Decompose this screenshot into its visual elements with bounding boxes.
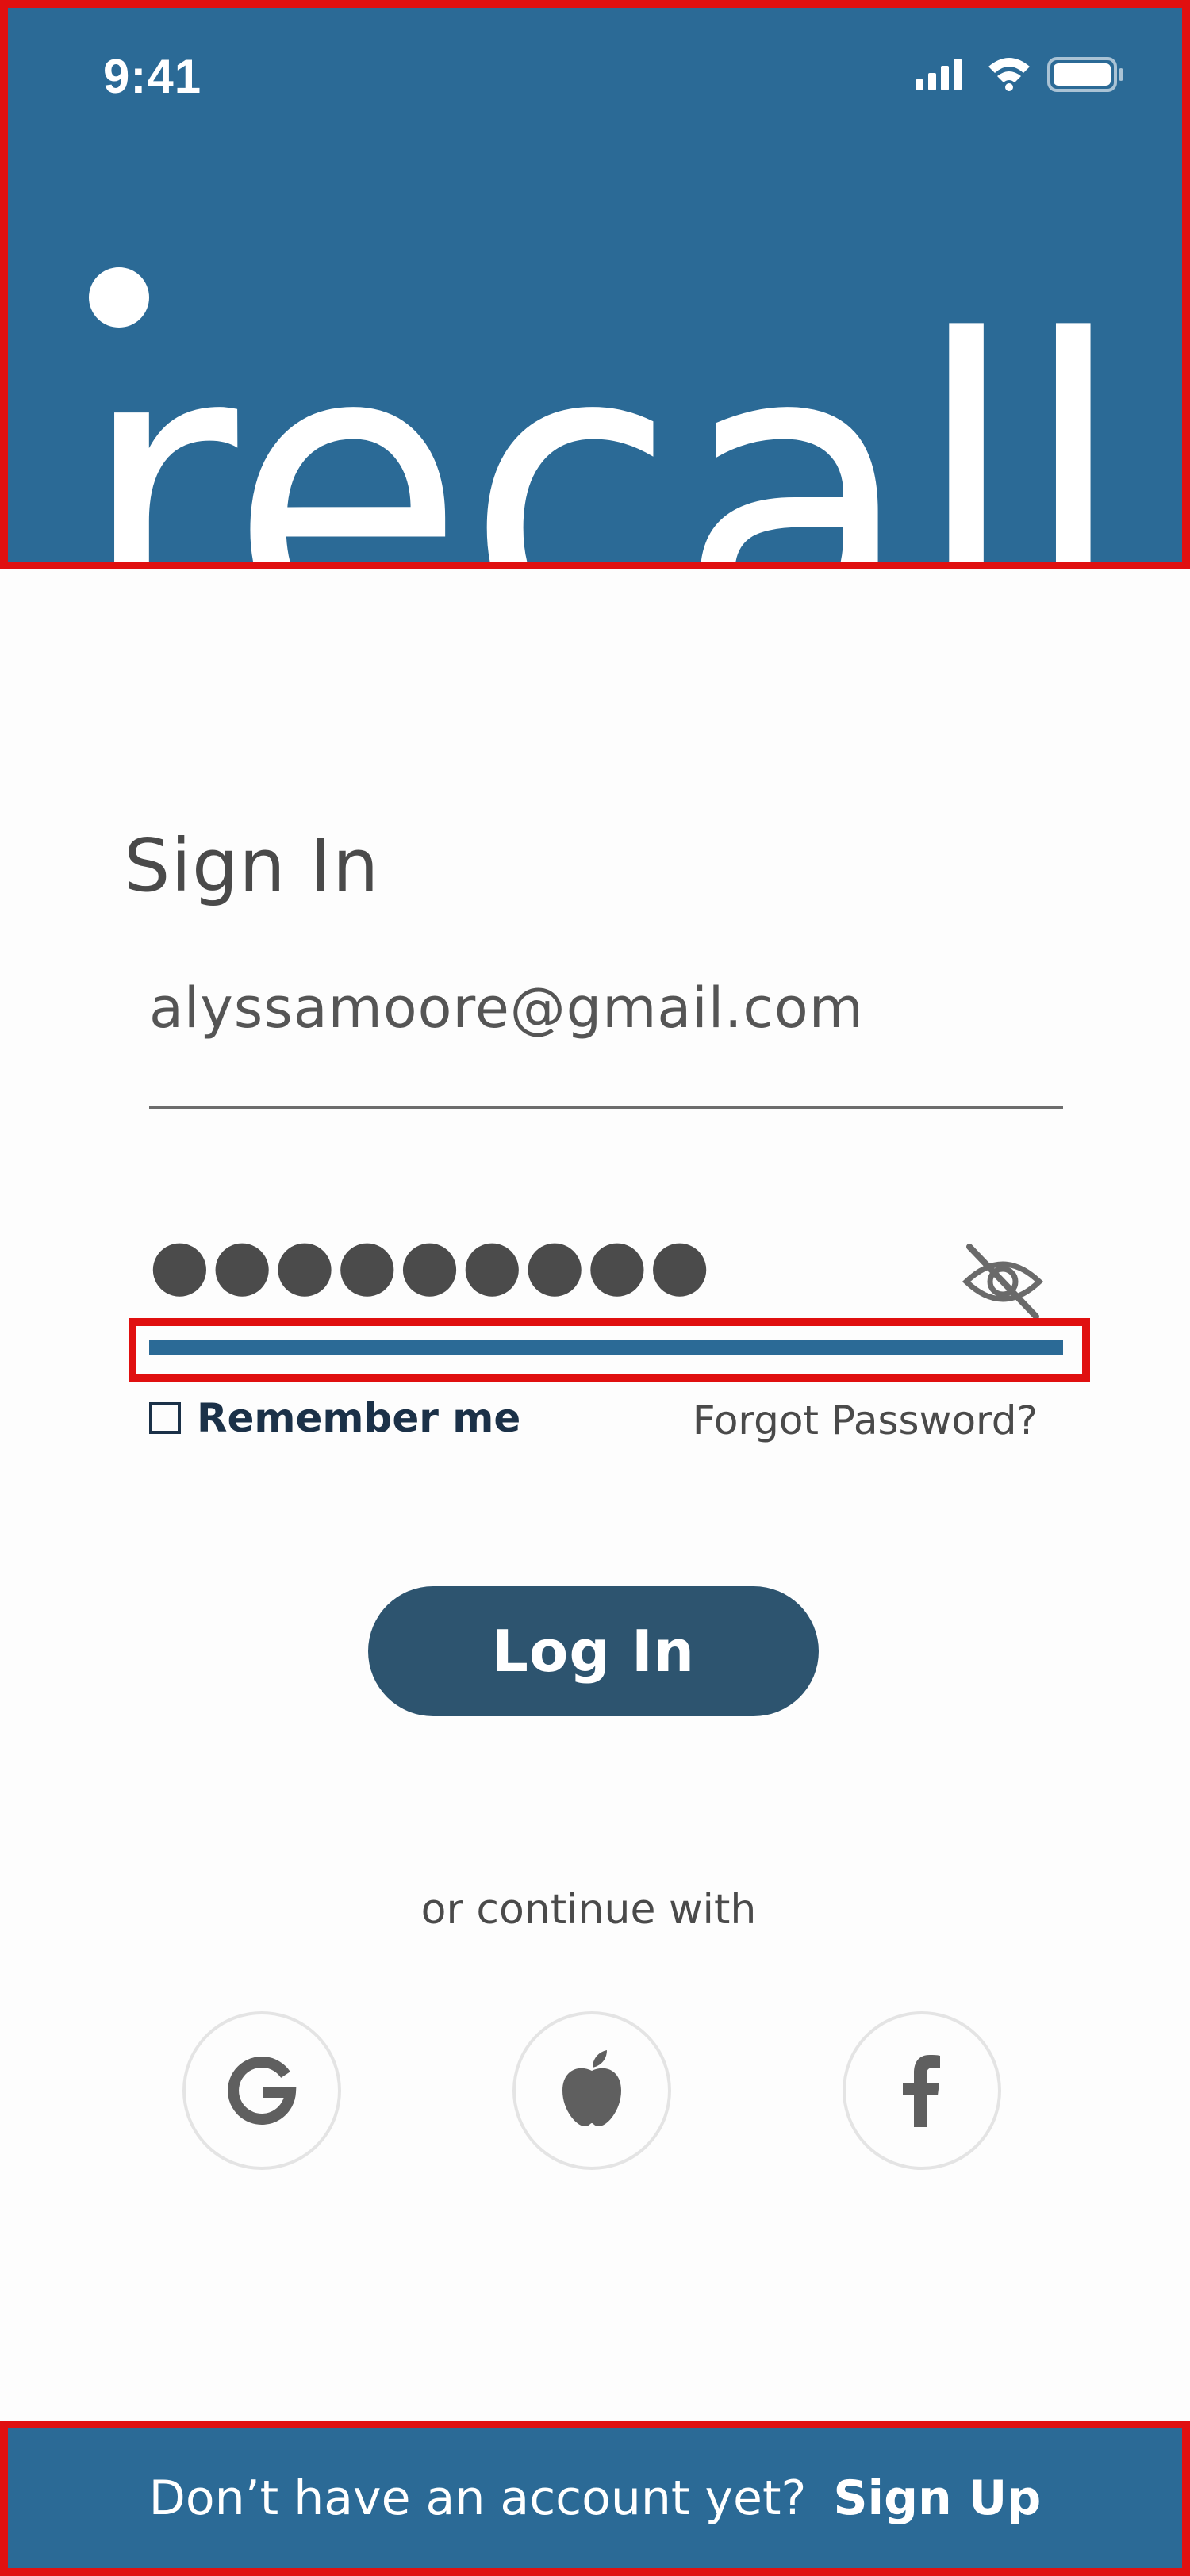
header-banner: 9:41 recall [0,0,1190,569]
signal-icon [916,59,962,90]
remember-checkbox[interactable] [149,1402,181,1434]
google-button[interactable] [182,2011,341,2170]
remember-label: Remember me [197,1395,521,1441]
battery-icon [1047,57,1123,92]
status-icons [916,57,1123,92]
page-title: Sign In [124,823,380,908]
signup-prompt: Don’t have an account yet? [148,2471,807,2526]
email-field[interactable]: alyssamoore@gmail.com [149,958,1063,1077]
signup-link[interactable]: Sign Up [833,2471,1041,2526]
continue-with-label: or continue with [420,1886,757,1934]
remember-me[interactable]: Remember me [149,1394,520,1442]
facebook-button[interactable] [843,2011,1001,2170]
status-time: 9:41 [103,50,202,103]
recall-logo: recall [79,252,1127,569]
logo-text: recall [79,252,1127,569]
forgot-password-link[interactable]: Forgot Password? [693,1397,1038,1443]
apple-button[interactable] [512,2011,671,2170]
google-icon [228,2056,297,2125]
password-focus-highlight [129,1318,1090,1382]
wifi-icon [988,58,1030,91]
apple-icon [562,2050,621,2126]
login-button[interactable]: Log In [368,1586,819,1716]
password-input[interactable]: ●●●●●●●●● [149,1223,712,1305]
facebook-icon [903,2055,940,2127]
eye-off-icon[interactable] [958,1240,1047,1320]
signup-footer[interactable]: Don’t have an account yet? Sign Up [0,2421,1190,2576]
email-underline [149,1106,1063,1109]
email-input[interactable]: alyssamoore@gmail.com [149,976,864,1041]
status-bar: 9:41 [8,8,1182,151]
